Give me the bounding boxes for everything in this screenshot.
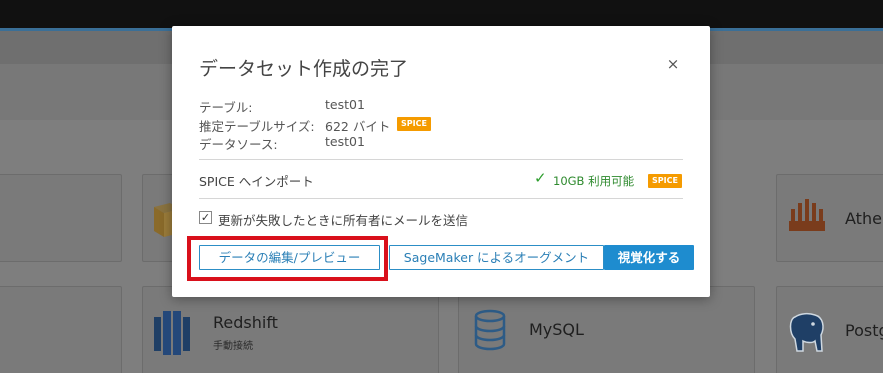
table-value: test01 [325,97,365,112]
spice-capacity-badge: SPICE [648,174,682,188]
divider-top [199,159,683,160]
spice-import-label: SPICE へインポート [199,174,314,189]
tile-name-athena: Athe [845,209,882,228]
datasource-tile-postgresql[interactable]: Postg [776,286,883,373]
visualize-button[interactable]: 視覚化する [604,245,694,270]
datasource-tile-mysql[interactable]: MySQL [458,286,755,373]
athena-icon [789,199,825,231]
email-on-failure-label[interactable]: 更新が失敗したときに所有者にメールを送信 [218,210,468,229]
top-navigation-bar [0,0,883,28]
check-icon: ✓ [534,169,547,187]
estimated-size-label: 推定テーブルサイズ: [199,119,315,134]
dialog-title: データセット作成の完了 [199,58,409,80]
dataset-created-dialog: データセット作成の完了 × テーブル: test01 推定テーブルサイズ: 62… [172,26,710,297]
divider-bottom [199,198,683,199]
email-on-failure-checkbox[interactable]: ✓ [199,211,212,224]
sagemaker-augment-button[interactable]: SageMaker によるオーグメント [389,245,604,270]
tile-name-redshift: Redshift [213,313,278,332]
spice-capacity-text: 10GB 利用可能 [553,174,635,188]
database-icon [474,309,506,351]
edit-preview-data-button[interactable]: データの編集/プレビュー [199,245,380,270]
redshift-icon [154,311,190,355]
postgresql-elephant-icon [789,312,824,352]
data-source-label: データソース: [199,137,278,152]
datasource-tile-left-bottom[interactable] [0,286,122,373]
spice-badge: SPICE [397,117,431,131]
datasource-tile-left-top[interactable] [0,174,122,262]
estimated-size-value: 622 バイト [325,119,391,134]
tile-sub-redshift: 手動接続 [213,341,253,352]
data-source-value: test01 [325,134,365,149]
tile-name-mysql: MySQL [529,320,584,339]
datasource-tile-athena[interactable]: Athe [776,174,883,262]
table-label: テーブル: [199,100,253,115]
datasource-tile-redshift[interactable]: Redshift 手動接続 [142,286,439,373]
tile-name-postgresql: Postg [845,321,883,340]
close-icon[interactable]: × [665,56,681,72]
